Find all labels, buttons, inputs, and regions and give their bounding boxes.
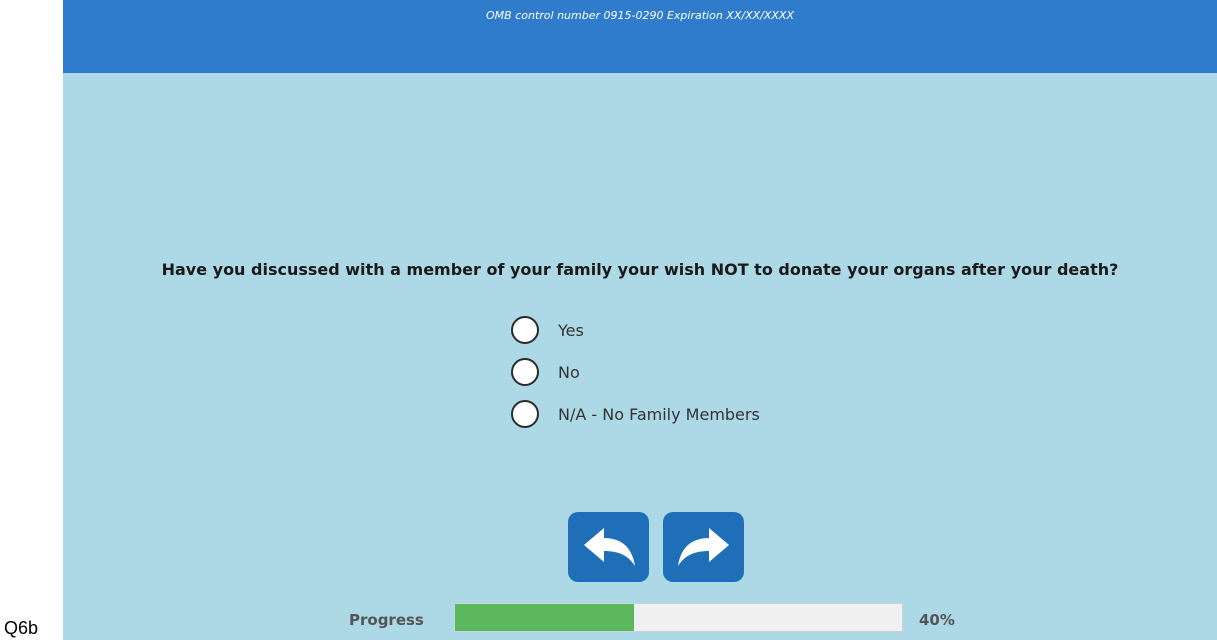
option-label: N/A - No Family Members bbox=[558, 404, 760, 424]
option-label: Yes bbox=[558, 320, 584, 340]
option-yes[interactable]: Yes bbox=[511, 309, 760, 351]
radio-button[interactable] bbox=[511, 400, 539, 428]
question-text: Have you discussed with a member of your… bbox=[161, 260, 1119, 279]
progress-bar bbox=[454, 603, 903, 632]
survey-panel: OMB control number 0915-0290 Expiration … bbox=[63, 0, 1217, 640]
radio-button[interactable] bbox=[511, 358, 539, 386]
progress-label: Progress bbox=[349, 611, 424, 629]
progress-percent: 40% bbox=[919, 611, 955, 629]
progress-fill bbox=[455, 604, 634, 631]
curved-arrow-left-icon bbox=[583, 528, 635, 566]
omb-notice: OMB control number 0915-0290 Expiration … bbox=[486, 9, 794, 22]
curved-arrow-right-icon bbox=[677, 528, 729, 566]
header-bar: OMB control number 0915-0290 Expiration … bbox=[63, 0, 1217, 73]
radio-button[interactable] bbox=[511, 316, 539, 344]
next-button[interactable] bbox=[663, 512, 744, 582]
option-label: No bbox=[558, 362, 580, 382]
option-no[interactable]: No bbox=[511, 351, 760, 393]
option-na-no-family[interactable]: N/A - No Family Members bbox=[511, 393, 760, 435]
answer-options: Yes No N/A - No Family Members bbox=[511, 309, 760, 435]
back-button[interactable] bbox=[568, 512, 649, 582]
page-label: Q6b bbox=[4, 618, 39, 638]
